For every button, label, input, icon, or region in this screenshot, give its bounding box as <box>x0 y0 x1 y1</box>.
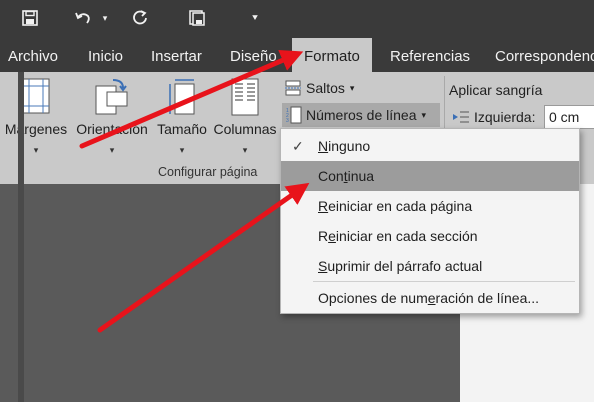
chevron-down-icon: ▾ <box>349 82 355 93</box>
tab-referencias[interactable]: Referencias <box>390 38 470 72</box>
menu-item-reiniciar-pagina[interactable]: Reiniciar en cada página <box>281 191 579 221</box>
tab-diseno[interactable]: Diseño <box>230 38 277 72</box>
columns-label: Columnas <box>213 121 277 137</box>
menu-item-ninguno[interactable]: ✓ Ninguno <box>281 131 579 161</box>
size-icon <box>168 78 196 119</box>
chevron-down-icon: ▾ <box>109 145 115 155</box>
redo-icon[interactable] <box>128 6 154 30</box>
ribbon-tabs: Archivo Inicio Insertar Diseño Formato R… <box>0 38 594 72</box>
margins-button[interactable]: Márgenes ▾ <box>4 72 68 162</box>
size-button[interactable]: Tamaño ▾ <box>154 72 210 162</box>
indent-header: Aplicar sangría <box>449 82 543 98</box>
menu-item-reiniciar-seccion[interactable]: Reiniciar en cada sección <box>281 221 579 251</box>
tab-archivo[interactable]: Archivo <box>8 38 58 72</box>
tab-formato[interactable]: Formato <box>292 38 372 72</box>
breaks-label: Saltos <box>306 80 345 96</box>
chevron-down-icon: ▾ <box>33 145 39 155</box>
indent-left-input[interactable]: 0 cm <box>544 105 594 129</box>
tab-inicio[interactable]: Inicio <box>88 38 123 72</box>
save-icon[interactable] <box>16 6 44 30</box>
group-label-configurar-pagina: Configurar página <box>158 165 258 179</box>
tab-insertar[interactable]: Insertar <box>151 38 202 72</box>
line-numbers-button[interactable]: 123 Números de línea ▾ <box>282 103 440 127</box>
margins-label: Márgenes <box>4 121 68 137</box>
size-label: Tamaño <box>157 121 207 137</box>
menu-item-continua[interactable]: Continua <box>281 161 579 191</box>
indent-left-icon <box>452 110 470 124</box>
chevron-down-icon: ▾ <box>242 145 248 155</box>
menu-item-suprimir-parrafo[interactable]: Suprimir del párrafo actual <box>281 251 579 281</box>
indent-left-label: Izquierda: <box>474 109 536 125</box>
breaks-button[interactable]: Saltos ▾ <box>284 76 364 100</box>
undo-dropdown-icon[interactable]: ▾ <box>98 6 112 30</box>
svg-text:3: 3 <box>286 118 289 124</box>
chevron-down-icon: ▾ <box>179 145 185 155</box>
orientation-label: Orientación <box>76 121 148 137</box>
margins-icon <box>22 78 50 117</box>
chevron-down-icon: ▾ <box>421 109 427 120</box>
vertical-ruler <box>18 72 24 402</box>
indent-left-row: Izquierda: <box>452 105 535 129</box>
orientation-button[interactable]: Orientación ▾ <box>72 72 152 162</box>
line-numbers-menu: ✓ Ninguno Continua Reiniciar en cada pág… <box>280 128 580 314</box>
print-layout-icon[interactable] <box>184 6 210 30</box>
breaks-icon <box>284 80 302 96</box>
undo-icon[interactable] <box>70 6 96 30</box>
orientation-icon <box>95 78 129 119</box>
quick-access-toolbar: ▾ ⯆ <box>0 0 594 38</box>
tab-correspondencia[interactable]: Correspondencia <box>495 38 594 72</box>
line-numbers-label: Números de línea <box>306 107 417 123</box>
menu-item-opciones-numeracion[interactable]: Opciones de numeración de línea... <box>281 283 579 313</box>
customize-qat-icon[interactable]: ⯆ <box>248 6 262 30</box>
menu-separator <box>313 281 575 282</box>
line-numbers-icon: 123 <box>286 106 302 124</box>
checkmark-icon: ✓ <box>292 137 304 154</box>
columns-icon <box>231 78 259 119</box>
columns-button[interactable]: Columnas ▾ <box>212 72 278 162</box>
